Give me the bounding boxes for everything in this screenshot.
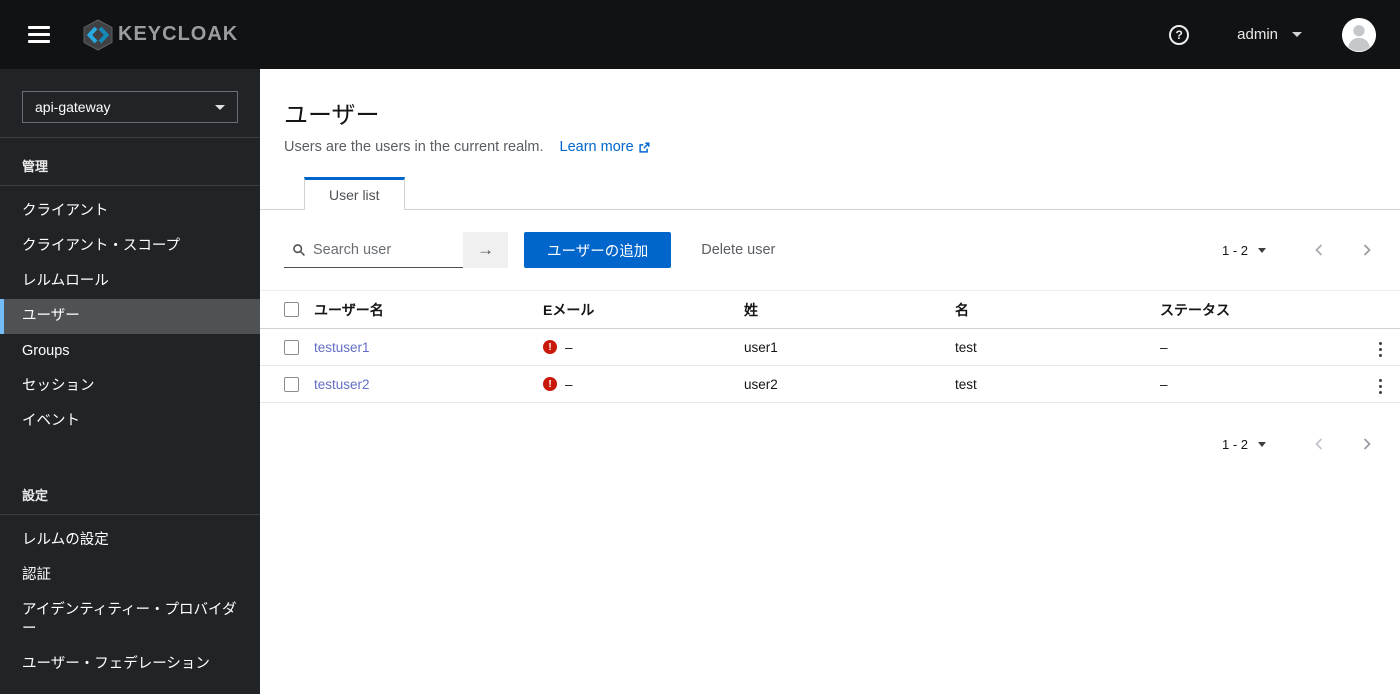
tab-user-list[interactable]: User list [304,177,405,210]
menu-icon[interactable] [20,18,58,51]
table-row: testuser1 ! – user1 test – [260,328,1400,366]
avatar[interactable] [1342,17,1376,52]
top-navbar: KEYCLOAK ? admin [0,0,1400,69]
row-checkbox[interactable] [284,339,299,355]
column-header-status[interactable]: ステータス [1160,290,1360,329]
tab-bar: User list [260,177,1400,210]
kebab-menu-icon[interactable] [1373,375,1389,399]
realm-name: api-gateway [35,99,111,115]
column-header-username[interactable]: ユーザー名 [314,290,543,329]
users-table: ユーザー名 Eメール 姓 名 ステータス testuser1 ! – user1… [260,290,1400,403]
select-all-checkbox[interactable] [284,302,299,317]
help-icon[interactable]: ? [1169,24,1190,45]
sidebar: api-gateway 管理 クライアント クライアント・スコープ レルムロール… [0,69,260,694]
status-value: – [1160,365,1360,403]
sidebar-item-groups[interactable]: Groups [0,334,260,369]
pagination-range-dropdown[interactable]: 1 - 2 [1222,243,1266,258]
email-value: – [565,339,573,355]
chevron-left-icon [1314,243,1324,257]
exclamation-circle-icon: ! [543,377,557,391]
chevron-down-icon [215,104,225,110]
sidebar-item-users[interactable]: ユーザー [0,299,260,334]
first-name-value: test [955,365,1160,403]
pagination-range-label: 1 - 2 [1221,436,1248,452]
pagination-prev-button[interactable] [1310,239,1328,261]
user-link[interactable]: testuser1 [314,340,370,355]
column-header-last-name[interactable]: 姓 [744,290,955,329]
search-input[interactable] [313,241,455,258]
status-value: – [1160,328,1360,366]
chevron-right-icon [1362,243,1372,257]
username-label: admin [1237,26,1278,43]
learn-more-link[interactable]: Learn more [560,139,651,155]
sidebar-item-authentication[interactable]: 認証 [0,558,260,593]
last-name-value: user2 [744,365,955,403]
sidebar-item-realm-settings[interactable]: レルムの設定 [0,523,260,558]
column-header-email[interactable]: Eメール [543,290,744,329]
email-value: – [565,376,573,392]
caret-down-icon [1258,247,1266,253]
pagination-next-button[interactable] [1358,239,1376,261]
sidebar-section-manage: 管理 クライアント クライアント・スコープ レルムロール ユーザー Groups… [0,138,260,439]
sidebar-item-identity-providers[interactable]: アイデンティティー・プロバイダー [0,593,260,647]
section-title-configure: 設定 [22,488,49,503]
kebab-menu-icon[interactable] [1373,338,1389,362]
chevron-right-icon [1362,437,1372,451]
sidebar-item-client-scopes[interactable]: クライアント・スコープ [0,229,260,264]
external-link-icon [638,141,651,154]
sidebar-section-configure: 設定 レルムの設定 認証 アイデンティティー・プロバイダー ユーザー・フェデレー… [0,467,260,682]
main-content: ユーザー Users are the users in the current … [260,69,1400,694]
pagination-bottom: 1 - 2 [1222,433,1376,455]
table-header-row: ユーザー名 Eメール 姓 名 ステータス [260,290,1400,329]
user-menu-dropdown[interactable]: admin [1237,26,1302,43]
add-user-button[interactable]: ユーザーの追加 [524,232,672,268]
sidebar-item-sessions[interactable]: セッション [0,369,260,404]
pagination-range-label: 1 - 2 [1221,242,1248,258]
chevron-left-icon [1314,437,1324,451]
caret-down-icon [1258,441,1266,447]
pagination-top: 1 - 2 [1222,239,1376,261]
page-description: Users are the users in the current realm… [284,139,544,155]
row-checkbox[interactable] [284,376,299,392]
section-title-manage: 管理 [22,159,49,174]
brand-text: KEYCLOAK [118,23,239,45]
toolbar: → ユーザーの追加 Delete user 1 - 2 [260,210,1400,290]
arrow-right-icon: → [477,240,494,259]
column-header-first-name[interactable]: 名 [955,290,1160,329]
pagination-range-dropdown[interactable]: 1 - 2 [1222,437,1266,452]
sidebar-item-clients[interactable]: クライアント [0,194,260,229]
search-icon [292,243,306,257]
chevron-down-icon [1292,32,1302,37]
user-link[interactable]: testuser2 [314,377,370,392]
keycloak-logo[interactable]: KEYCLOAK [80,18,239,51]
sidebar-item-events[interactable]: イベント [0,404,260,439]
realm-selector[interactable]: api-gateway [22,91,238,123]
pagination-next-button[interactable] [1358,433,1376,455]
delete-user-button[interactable]: Delete user [701,242,775,258]
search-group: → [284,232,508,268]
exclamation-circle-icon: ! [543,340,557,354]
first-name-value: test [955,328,1160,366]
last-name-value: user1 [744,328,955,366]
sidebar-item-user-federation[interactable]: ユーザー・フェデレーション [0,647,260,682]
table-row: testuser2 ! – user2 test – [260,365,1400,403]
sidebar-item-realm-roles[interactable]: レルムロール [0,264,260,299]
page-title: ユーザー [284,102,380,129]
search-submit-button[interactable]: → [463,232,508,268]
pagination-prev-button[interactable] [1310,433,1328,455]
keycloak-logo-icon [80,18,116,51]
